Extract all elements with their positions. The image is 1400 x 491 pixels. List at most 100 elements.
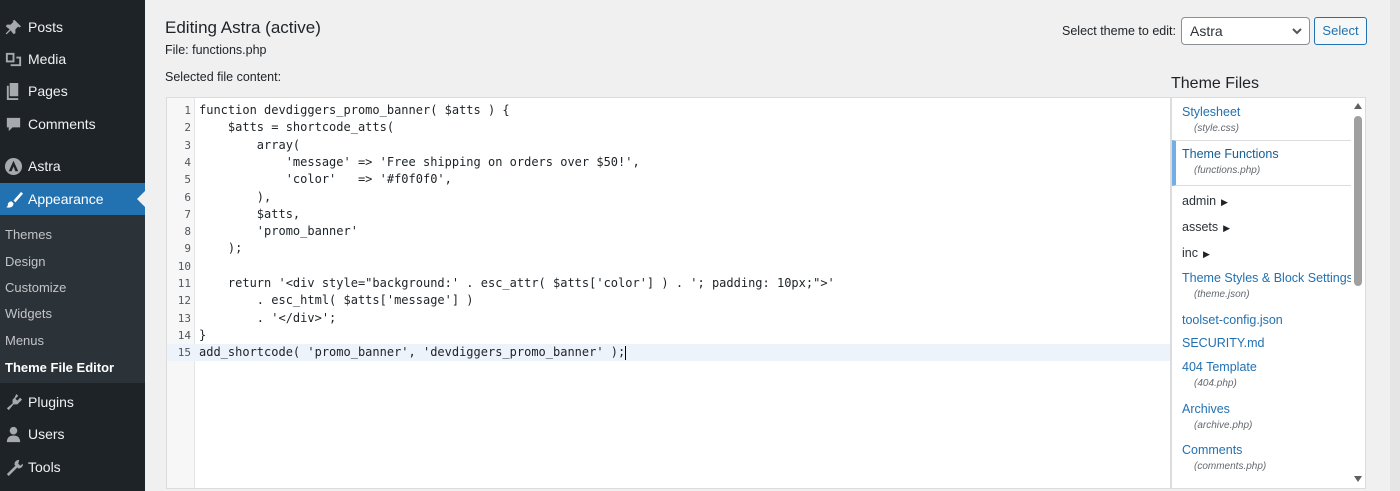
- file-line: File: functions.php: [165, 43, 266, 57]
- code-text: 'message' => 'Free shipping on orders ov…: [199, 154, 640, 169]
- menu-item-posts[interactable]: Posts: [0, 11, 145, 43]
- comment-icon: [3, 114, 23, 134]
- file-entry-name: Theme Functions: [1182, 147, 1279, 161]
- submenu-menus[interactable]: Menus: [5, 331, 44, 351]
- menu-item-astra[interactable]: Astra: [0, 150, 145, 182]
- plug-icon: [3, 392, 23, 412]
- code-editor[interactable]: 1 function devdiggers_promo_banner( $atts…: [166, 97, 1171, 489]
- folder-inc[interactable]: inc ▶: [1182, 246, 1210, 260]
- code-line[interactable]: 10: [167, 258, 1170, 275]
- line-number: 4: [184, 155, 191, 169]
- theme-select-label: Select theme to edit:: [1062, 24, 1176, 38]
- menu-label: Pages: [28, 83, 68, 99]
- line-number: 15: [177, 346, 191, 360]
- menu-item-media[interactable]: Media: [0, 43, 145, 75]
- folder-admin[interactable]: admin ▶: [1182, 194, 1228, 208]
- file-entry-filename: (404.php): [1194, 378, 1237, 389]
- code-line[interactable]: 4 'message' => 'Free shipping on orders …: [167, 154, 1170, 171]
- menu-label: Astra: [28, 158, 61, 174]
- pages-icon: [3, 81, 23, 101]
- file-toolset-config[interactable]: toolset-config.json: [1182, 313, 1283, 327]
- code-text: return '<div style="background:' . esc_a…: [199, 276, 835, 290]
- menu-item-tools[interactable]: Tools: [0, 451, 145, 483]
- code-line[interactable]: 11 return '<div style="background:' . es…: [167, 275, 1170, 292]
- folder-name: inc ▶: [1182, 246, 1210, 260]
- code-text: function devdiggers_promo_banner( $atts …: [199, 103, 510, 117]
- file-entry-filename: (archive.php): [1194, 420, 1253, 431]
- admin-sidebar: Posts Media Pages Comments Astra Appeara…: [0, 0, 145, 491]
- menu-label: Users: [28, 426, 65, 442]
- menu-item-comments[interactable]: Comments: [0, 108, 145, 140]
- file-theme-functions[interactable]: Theme Functions (functions.php): [1172, 140, 1353, 186]
- code-line[interactable]: 9 );: [167, 240, 1170, 257]
- submenu-themes[interactable]: Themes: [5, 225, 52, 245]
- code-line[interactable]: 1 function devdiggers_promo_banner( $atts…: [167, 102, 1170, 119]
- theme-select-value: Astra: [1190, 23, 1223, 39]
- line-number: 6: [184, 190, 191, 204]
- code-text: . esc_html( $atts['message'] ): [199, 293, 474, 308]
- code-line[interactable]: 2 $atts = shortcode_atts(: [167, 119, 1170, 136]
- menu-item-users[interactable]: Users: [0, 418, 145, 450]
- code-text: $atts,: [199, 206, 301, 221]
- file-entry-name: Comments: [1182, 443, 1243, 457]
- file-404-template[interactable]: 404 Template (404.php): [1182, 360, 1257, 389]
- code-line[interactable]: 7 $atts,: [167, 206, 1170, 223]
- code-line[interactable]: 13 . '</div>';: [167, 310, 1170, 327]
- wrench-icon: [3, 457, 23, 477]
- line-number: 11: [177, 277, 191, 290]
- code-line[interactable]: 14}: [167, 327, 1170, 344]
- code-text: 'color' => '#f0f0f0',: [199, 172, 452, 187]
- line-number: 10: [177, 259, 191, 273]
- file-entry-name: SECURITY.md: [1182, 336, 1265, 350]
- code-text: );: [199, 241, 243, 256]
- code-text: }: [199, 327, 207, 342]
- scroll-down-arrow-icon[interactable]: [1354, 476, 1362, 482]
- file-theme-json[interactable]: Theme Styles & Block Settings (theme.jso…: [1182, 271, 1353, 300]
- code-line[interactable]: 5 'color' => '#f0f0f0',: [167, 171, 1170, 188]
- appearance-submenu: Themes Design Customize Widgets Menus Th…: [0, 215, 145, 383]
- scrollbar-thumb[interactable]: [1354, 116, 1362, 286]
- file-entry-filename: (theme.json): [1194, 289, 1250, 300]
- file-archives[interactable]: Archives (archive.php): [1182, 402, 1252, 431]
- menu-label: Comments: [28, 116, 96, 132]
- line-number: 13: [177, 311, 191, 325]
- folder-assets[interactable]: assets ▶: [1182, 220, 1230, 234]
- submenu-widgets[interactable]: Widgets: [5, 304, 52, 324]
- file-comments[interactable]: Comments (comments.php): [1182, 443, 1266, 472]
- code-line[interactable]: 15 add_shortcode( 'promo_banner', 'devdig…: [167, 344, 1170, 362]
- menu-item-appearance[interactable]: Appearance: [0, 183, 145, 215]
- line-number: 8: [184, 225, 191, 239]
- file-entry-filename: (style.css): [1194, 123, 1239, 134]
- paintbrush-icon: [3, 189, 23, 209]
- submenu-design[interactable]: Design: [5, 252, 45, 272]
- theme-files-title: Theme Files: [1171, 75, 1260, 92]
- line-number: 12: [177, 294, 191, 308]
- file-stylesheet[interactable]: Stylesheet (style.css): [1182, 105, 1240, 134]
- line-number: 5: [184, 173, 191, 187]
- submenu-customize[interactable]: Customize: [5, 278, 66, 298]
- code-line[interactable]: 12 . esc_html( $atts['message'] ): [167, 292, 1170, 309]
- file-security-md[interactable]: SECURITY.md: [1182, 336, 1264, 350]
- scroll-up-arrow-icon[interactable]: [1354, 103, 1362, 109]
- line-number: 9: [184, 242, 191, 256]
- theme-select[interactable]: Astra: [1181, 17, 1310, 45]
- file-entry-name: Stylesheet: [1182, 105, 1241, 119]
- menu-item-plugins[interactable]: Plugins: [0, 386, 145, 418]
- user-icon: [3, 424, 23, 444]
- code-line[interactable]: 6 ),: [167, 189, 1170, 206]
- menu-item-pages[interactable]: Pages: [0, 75, 145, 107]
- code-text: add_shortcode( 'promo_banner', 'devdigge…: [199, 345, 627, 360]
- submenu-theme-file-editor[interactable]: Theme File Editor: [5, 358, 114, 378]
- astra-logo-icon: [3, 156, 23, 176]
- code-text: $atts = shortcode_atts(: [199, 120, 395, 135]
- code-line[interactable]: 8 'promo_banner': [167, 223, 1170, 240]
- files-scrollbar[interactable]: [1351, 98, 1365, 488]
- folder-name: admin ▶: [1182, 194, 1228, 208]
- code-line[interactable]: 3 array(: [167, 137, 1170, 154]
- select-button[interactable]: Select: [1314, 17, 1367, 45]
- file-entry-name: 404 Template: [1182, 360, 1257, 374]
- file-entry-filename: (comments.php): [1194, 461, 1267, 472]
- code-text: ),: [199, 189, 272, 204]
- expand-triangle-icon: ▶: [1202, 249, 1210, 259]
- pin-icon: [3, 17, 23, 37]
